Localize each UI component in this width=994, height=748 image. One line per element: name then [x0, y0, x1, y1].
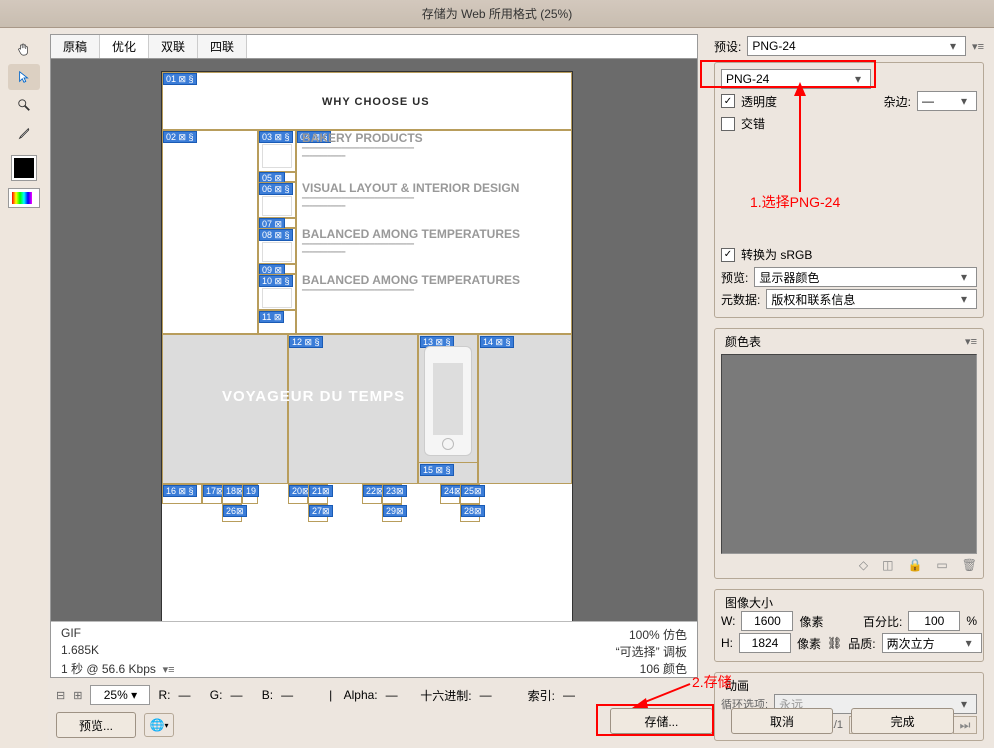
zoom-in-icon[interactable]: ⊞ — [73, 689, 82, 702]
metadata-label: 元数据: — [721, 291, 760, 308]
document-preview: 01 ⊠ § WHY CHOOSE US 02 ⊠ § 03 ⊠ § 04 ⊠ … — [161, 71, 573, 621]
sub1: BAKERY PRODUCTS━━━━━━━━━━━━━━━━━━━━━━━━━… — [302, 134, 542, 161]
zoom-out-icon[interactable]: ⊟ — [56, 689, 65, 702]
slice-19-label: 19 — [243, 485, 259, 497]
ct-tool-2[interactable]: ◫ — [882, 558, 893, 572]
link-icon[interactable]: ⛓ — [827, 636, 842, 650]
slice-16-label: 16 ⊠ § — [163, 485, 197, 497]
width-field[interactable] — [741, 611, 793, 631]
browser-preview-icon[interactable]: 🌐▾ — [144, 713, 174, 737]
slice-14-label: 14 ⊠ § — [480, 336, 514, 348]
hand-tool[interactable] — [8, 36, 40, 62]
slice-12-label: 12 ⊠ § — [289, 336, 323, 348]
slice-25-label: 25⊠ — [461, 485, 485, 497]
slice-08-label: 08 ⊠ § — [259, 229, 293, 241]
interlace-check[interactable]: 交错 — [721, 115, 765, 132]
tab-optimized[interactable]: 优化 — [100, 35, 149, 58]
animation-legend: 动画 — [721, 677, 753, 694]
slice-06-label: 06 ⊠ § — [259, 183, 293, 195]
phone-mockup-icon — [424, 346, 472, 456]
previewmode-combo[interactable]: 显示器颜色▾ — [754, 267, 977, 287]
preset-label: 预设: — [714, 38, 741, 55]
sub4: BALANCED AMONG TEMPERATURES━━━━━━━━━━━━━… — [302, 276, 542, 295]
preset-combo[interactable]: PNG-24▾ — [747, 36, 966, 56]
window-title: 存储为 Web 所用格式 (25%) — [0, 0, 994, 28]
preset-menu-icon[interactable]: ▾≡ — [972, 40, 984, 53]
heading-why: WHY CHOOSE US — [322, 96, 430, 108]
percent-field[interactable] — [908, 611, 960, 631]
matte-combo[interactable]: —▾ — [917, 91, 977, 111]
height-field[interactable] — [739, 633, 791, 653]
preview-tabs: 原稿 优化 双联 四联 — [50, 34, 698, 58]
slice-10-label: 10 ⊠ § — [259, 275, 293, 287]
slice-visibility-toggle[interactable] — [8, 188, 40, 208]
foreground-swatch[interactable] — [12, 156, 36, 180]
preview-info: GIF100% 仿色 1.685K“可选择” 调板 1 秒 @ 56.6 Kbp… — [51, 621, 697, 677]
sub3: BALANCED AMONG TEMPERATURES━━━━━━━━━━━━━… — [302, 230, 542, 257]
matte-label: 杂边: — [884, 93, 911, 110]
slice-03-label: 03 ⊠ § — [259, 131, 293, 143]
ct-tool-1[interactable]: ◇ — [859, 558, 868, 572]
slice-28-label: 28⊠ — [461, 505, 485, 517]
arrow-tool[interactable] — [8, 64, 40, 90]
colortable-menu-icon[interactable]: ▾≡ — [965, 335, 977, 348]
slice-15-label: 15 ⊠ § — [420, 464, 454, 476]
color-table[interactable] — [721, 354, 977, 554]
srgb-check[interactable]: ✓转换为 sRGB — [721, 246, 812, 263]
quality-combo[interactable]: 两次立方▾ — [882, 633, 982, 653]
preview-canvas[interactable]: 01 ⊠ § WHY CHOOSE US 02 ⊠ § 03 ⊠ § 04 ⊠ … — [51, 59, 697, 621]
slice-11-label: 11 ⊠ — [259, 311, 284, 323]
save-button[interactable]: 存储... — [610, 708, 713, 734]
tab-4up[interactable]: 四联 — [198, 35, 247, 58]
cancel-button[interactable]: 取消 — [731, 708, 834, 734]
metadata-combo[interactable]: 版权和联系信息▾ — [766, 289, 977, 309]
slice-27-label: 27⊠ — [309, 505, 333, 517]
preview-button[interactable]: 预览... — [56, 712, 136, 738]
slice-23-label: 23⊠ — [383, 485, 407, 497]
slice-29-label: 29⊠ — [383, 505, 407, 517]
transparency-check[interactable]: ✓透明度 — [721, 93, 777, 110]
tab-2up[interactable]: 双联 — [149, 35, 198, 58]
slice-01-label: 01 ⊠ § — [163, 73, 197, 85]
zoom-tool[interactable] — [8, 92, 40, 118]
imagesize-legend: 图像大小 — [721, 594, 777, 611]
tool-column — [0, 28, 48, 748]
done-button[interactable]: 完成 — [851, 708, 954, 734]
ct-tool-4[interactable]: ▭ — [936, 558, 947, 572]
right-panel: 预设: PNG-24▾ ▾≡ PNG-24▾ ✓透明度 杂边: —▾ 交错 ✓转换… — [704, 28, 994, 748]
zoom-field[interactable]: 25% ▾ — [90, 685, 150, 705]
format-combo[interactable]: PNG-24▾ — [721, 69, 871, 89]
slice-02-label: 02 ⊠ § — [163, 131, 197, 143]
tab-original[interactable]: 原稿 — [51, 35, 100, 58]
previewmode-label: 预览: — [721, 269, 748, 286]
ghost-voyageur: VOYAGEUR DU TEMPS — [222, 388, 405, 405]
sub2: VISUAL LAYOUT & INTERIOR DESIGN━━━━━━━━━… — [302, 184, 542, 211]
slice-26-label: 26⊠ — [223, 505, 247, 517]
ct-tool-3[interactable]: 🔒 — [907, 558, 922, 572]
slice-21-label: 21⊠ — [309, 485, 333, 497]
colortable-legend: 颜色表 — [721, 333, 765, 350]
eyedropper-tool[interactable] — [8, 120, 40, 146]
ct-tool-5[interactable]: 🗑 — [962, 558, 977, 572]
